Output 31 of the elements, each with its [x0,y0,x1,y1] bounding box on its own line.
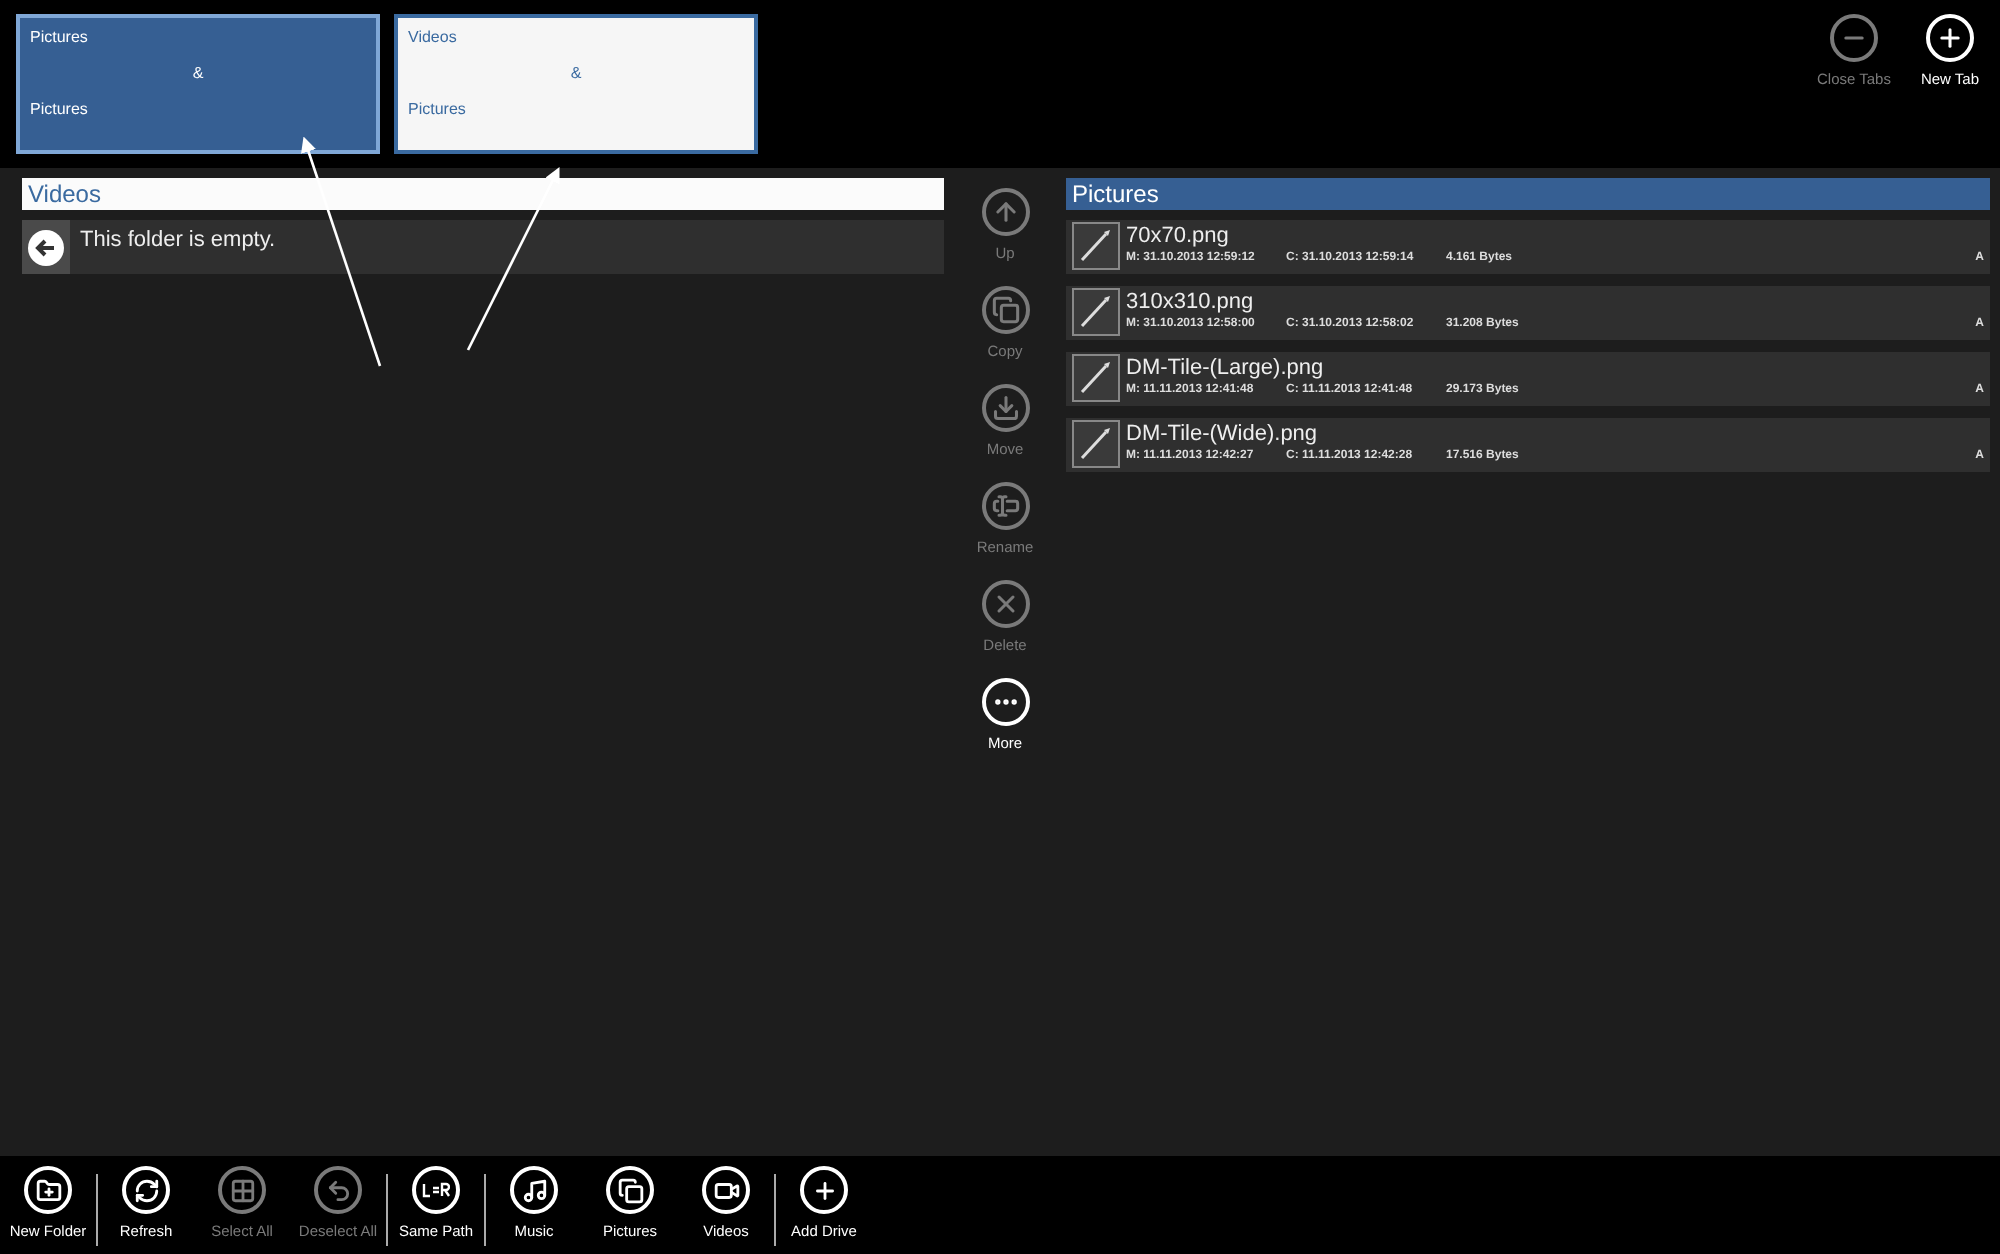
undo-icon [314,1166,362,1214]
new-folder-icon [24,1166,72,1214]
refresh-icon [122,1166,170,1214]
tab-label: Pictures [30,102,88,118]
pane-title: Videos [22,178,944,210]
tab-label: & [570,66,582,82]
video-camera-icon [702,1166,750,1214]
tab[interactable]: Videos & Pictures [394,14,758,154]
empty-message: This folder is empty. [80,228,276,252]
back-button[interactable] [22,220,70,274]
minus-icon [1830,14,1878,62]
download-icon [981,384,1029,432]
music-note-icon [510,1166,558,1214]
tab[interactable]: Pictures & Pictures [16,14,380,154]
file-name: DM-Tile-(Wide).png [1126,420,1320,448]
tab-label: & [192,66,204,82]
delete-icon [981,580,1029,628]
plus-icon [800,1166,848,1214]
tab-label: Pictures [30,30,88,46]
tab-label: Videos [408,30,457,46]
grid-icon [218,1166,266,1214]
file-name: DM-Tile-(Large).png [1126,354,1326,382]
same-path-icon [412,1166,460,1214]
tab-label: Pictures [408,102,466,118]
file-name: 70x70.png [1126,222,1231,250]
plus-icon [1926,14,1974,62]
file-name: 310x310.png [1126,288,1256,316]
copy-icon [981,286,1029,334]
rename-icon [981,482,1029,530]
pane-title: Pictures [1066,178,1990,210]
more-icon [981,678,1029,726]
